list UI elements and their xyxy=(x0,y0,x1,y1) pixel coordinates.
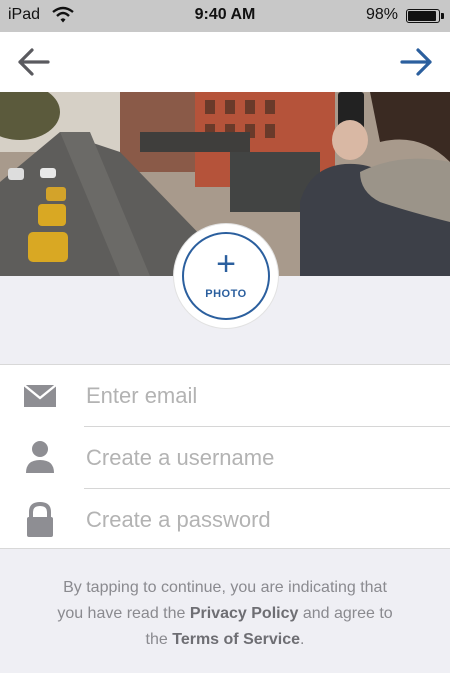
terms-line-2-prefix: you have read the xyxy=(57,605,190,622)
email-row xyxy=(0,365,450,427)
battery-percent: 98% xyxy=(365,6,398,23)
username-field[interactable] xyxy=(84,437,438,479)
back-button[interactable] xyxy=(14,44,54,80)
plus-icon: + xyxy=(216,245,236,283)
envelope-icon xyxy=(23,384,57,407)
navigation-bar xyxy=(0,32,450,92)
battery-icon xyxy=(406,9,444,23)
email-field[interactable] xyxy=(84,375,438,417)
password-row xyxy=(0,489,450,551)
terms-line-3-prefix: the xyxy=(145,631,173,648)
terms-line-3-suffix: . xyxy=(300,631,305,648)
password-field[interactable] xyxy=(84,499,438,541)
add-photo-button[interactable]: + PHOTO xyxy=(174,224,278,328)
lock-icon xyxy=(27,501,53,537)
terms-line-2-suffix: and agree to xyxy=(298,605,393,622)
privacy-policy-link[interactable]: Privacy Policy xyxy=(190,605,299,622)
person-icon xyxy=(26,441,54,473)
next-button[interactable] xyxy=(396,44,436,80)
photo-label: PHOTO xyxy=(205,288,247,300)
terms-of-service-link[interactable]: Terms of Service xyxy=(172,631,300,648)
terms-line-3: the Terms of Service. xyxy=(20,627,430,653)
username-row xyxy=(0,427,450,489)
terms-text: By tapping to continue, you are indicati… xyxy=(20,575,430,653)
signup-form xyxy=(0,364,450,549)
arrow-right-icon xyxy=(400,48,432,76)
terms-line-2: you have read the Privacy Policy and agr… xyxy=(20,601,430,627)
arrow-left-icon xyxy=(18,48,50,76)
terms-line-1: By tapping to continue, you are indicati… xyxy=(63,579,387,596)
status-bar: iPad 9:40 AM 98% xyxy=(0,0,450,32)
